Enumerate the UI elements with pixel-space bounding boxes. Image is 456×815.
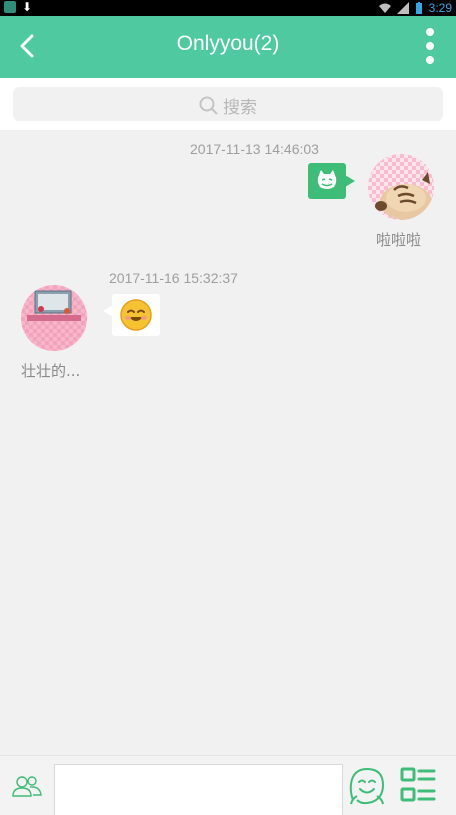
grid-list-icon [400,767,436,802]
desk-avatar-icon [21,285,87,351]
status-time: 3:29 [428,1,452,15]
cat-sticker-icon [317,170,337,189]
download-icon: ⬇ [22,0,33,14]
input-bar [0,755,456,815]
search-icon [199,96,218,115]
more-menu-button[interactable] [399,766,437,804]
search-input[interactable]: 搜索 [13,87,443,121]
avatar[interactable] [368,154,434,220]
message-bubble-incoming[interactable] [103,294,160,336]
group-members-button[interactable] [12,774,42,798]
sender-name: 壮壮的... [21,362,81,380]
search-placeholder: 搜索 [223,98,257,118]
message-timestamp: 2017-11-13 14:46:03 [190,141,319,157]
emoji-face-icon [349,767,385,805]
status-bar: ⬇ 3:29 [0,0,456,16]
more-options-button[interactable] [422,26,438,66]
message-input[interactable] [54,764,343,815]
signal-icon [396,2,409,14]
message-timestamp: 2017-11-16 15:32:37 [109,270,238,286]
battery-icon [415,2,422,14]
more-vert-icon [426,28,434,64]
wifi-icon [378,3,391,13]
chat-title: Onlyyou(2) [176,32,280,55]
group-members-icon [12,776,42,797]
message-bubble-outgoing[interactable] [308,163,355,199]
smiling-face-emoji [120,299,152,331]
tiger-avatar-icon [368,154,434,220]
emoji-button[interactable] [348,766,386,806]
search-bar: 搜索 [0,78,456,130]
sender-name: 啦啦啦 [376,231,422,249]
chat-header: Onlyyou(2) [0,16,456,78]
app-icon [4,1,16,13]
avatar[interactable] [21,285,87,351]
